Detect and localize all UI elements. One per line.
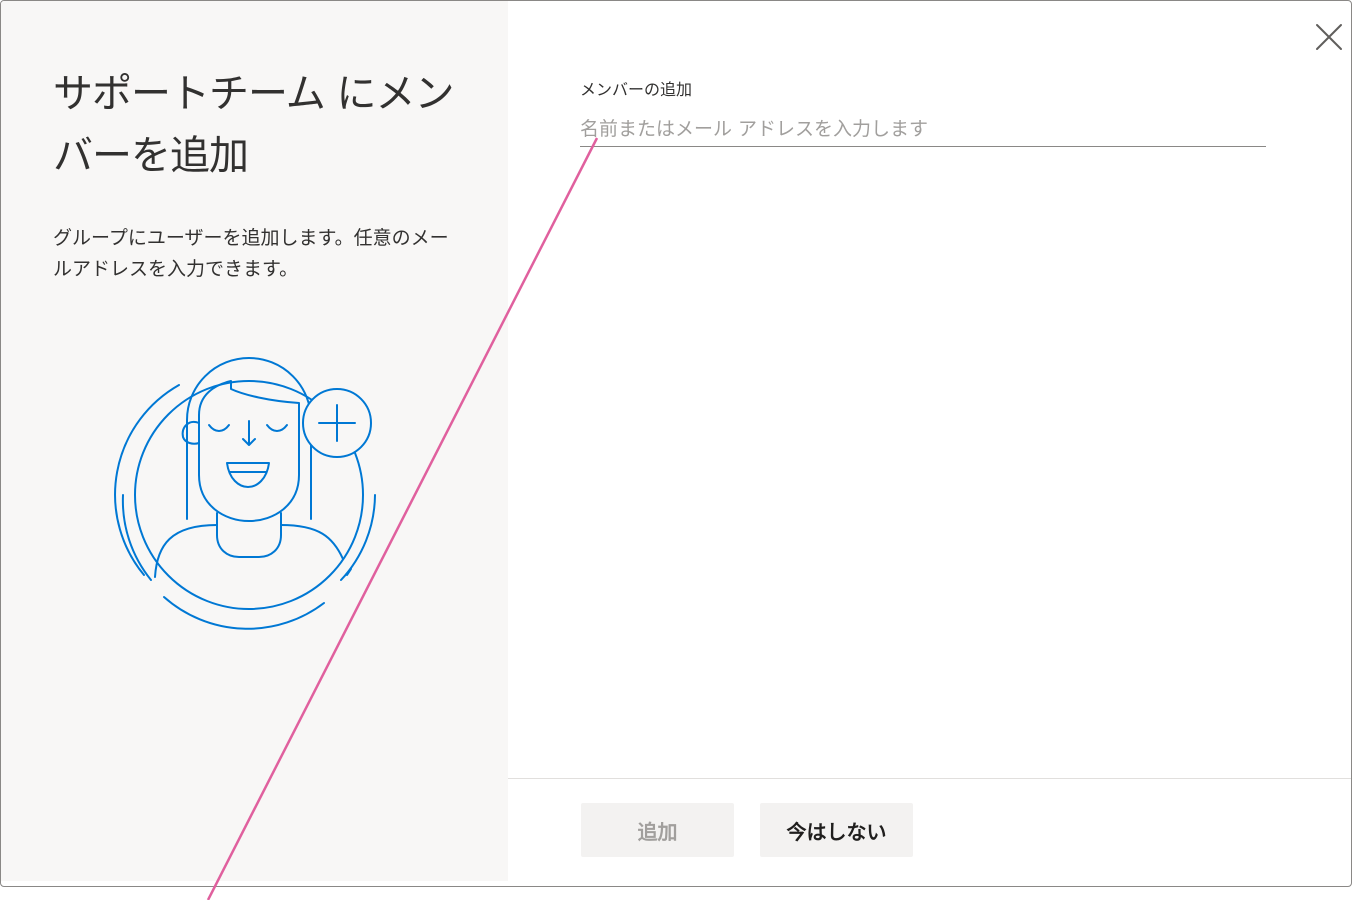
- info-panel: サポートチーム にメンバーを追加 グループにユーザーを追加します。任意のメールア…: [1, 1, 508, 881]
- footer-divider: [508, 778, 1351, 779]
- not-now-button[interactable]: 今はしない: [760, 803, 913, 857]
- member-search-input[interactable]: [580, 111, 1266, 147]
- close-icon[interactable]: [1309, 17, 1349, 57]
- person-add-illustration: [114, 357, 376, 630]
- dialog-description: グループにユーザーを追加します。任意のメールアドレスを入力できます。: [53, 227, 449, 280]
- add-members-dialog: サポートチーム にメンバーを追加 グループにユーザーを追加します。任意のメールア…: [0, 0, 1352, 887]
- dialog-title: サポートチーム にメンバーを追加: [53, 71, 455, 179]
- add-button[interactable]: 追加: [581, 803, 734, 857]
- add-member-label: メンバーの追加: [580, 80, 693, 99]
